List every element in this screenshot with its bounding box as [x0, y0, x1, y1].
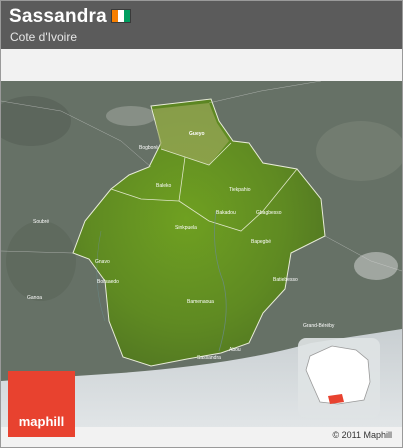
place-label: Bamenaoua	[187, 299, 214, 305]
locator-inset-map	[298, 338, 380, 418]
place-label: Batiebesso	[273, 277, 298, 283]
map-frame: Sassandra Cote d'Ivoire Gueyo Bogboré Ba…	[0, 0, 403, 448]
country-subtitle: Cote d'Ivoire	[10, 30, 77, 44]
place-label: Baleko	[156, 183, 172, 189]
place-label: Grand-Béréby	[303, 323, 335, 329]
cloud-patch	[354, 252, 398, 280]
flag-icon	[111, 9, 131, 23]
place-label: Bapegbé	[251, 239, 271, 245]
place-label: Bakadou	[216, 210, 236, 216]
maphill-logo[interactable]: maphill	[8, 371, 75, 437]
header-bar: Sassandra Cote d'Ivoire	[1, 1, 402, 49]
place-label: Bolisaedo	[97, 279, 119, 285]
place-label: Abou	[229, 347, 241, 353]
place-label: Sassandra	[197, 355, 221, 361]
place-label: Soubré	[33, 219, 49, 225]
place-label: Tiekpahio	[229, 187, 251, 193]
place-label-gueyo: Gueyo	[189, 131, 205, 137]
copyright-notice: © 2011 Maphill	[332, 430, 393, 440]
page-title: Sassandra	[9, 6, 107, 27]
place-label: Bogboré	[139, 145, 158, 151]
place-label: Sinkpuela	[175, 225, 197, 231]
place-label: Gnavo	[95, 259, 110, 265]
terrain-patch	[6, 221, 76, 301]
place-label: Gbagbesso	[256, 210, 282, 216]
cloud-patch	[106, 106, 156, 126]
terrain-patch	[316, 121, 402, 181]
place-label: Ganoa	[27, 295, 42, 301]
